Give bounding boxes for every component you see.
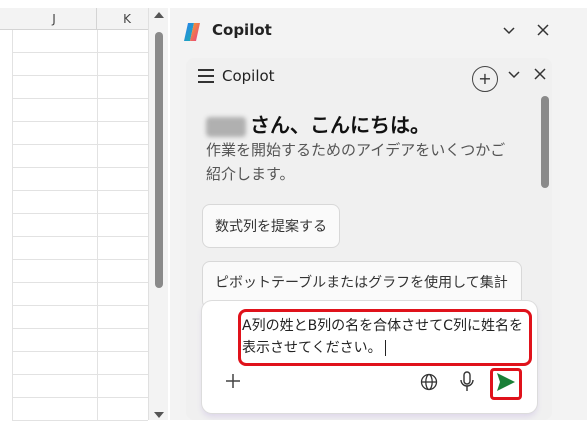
globe-icon[interactable] (420, 373, 438, 396)
annotation-highlight-send (490, 368, 522, 400)
grid-row[interactable] (12, 329, 148, 352)
pane-title: Copilot (212, 21, 272, 39)
grid-row[interactable] (12, 375, 148, 398)
add-attachment-icon[interactable] (224, 371, 242, 395)
greeting-text: さん、こんにちは。 (250, 113, 430, 137)
grid-row[interactable] (12, 260, 148, 283)
grid-row[interactable] (12, 76, 148, 99)
chevron-down-icon[interactable] (506, 66, 522, 86)
new-chat-icon[interactable]: + (472, 66, 498, 92)
grid-row[interactable] (12, 283, 148, 306)
grid-row[interactable] (12, 99, 148, 122)
grid-row[interactable] (12, 53, 148, 76)
card-header: Copilot + (186, 58, 552, 96)
pane-header: Copilot (170, 8, 570, 52)
card-title: Copilot (222, 67, 275, 85)
scroll-up-icon[interactable] (154, 12, 164, 18)
column-header-k[interactable]: K (97, 8, 148, 30)
grid-row[interactable] (12, 30, 148, 53)
sheet-vertical-scrollbar[interactable] (148, 8, 168, 420)
spreadsheet-grid[interactable]: J K (0, 0, 148, 427)
chevron-down-icon[interactable] (500, 22, 518, 40)
scroll-down-icon[interactable] (154, 412, 164, 418)
copilot-logo-icon (184, 23, 200, 41)
close-icon[interactable] (532, 66, 548, 86)
grid-row[interactable] (12, 168, 148, 191)
intro-text: 作業を開始するためのアイデアをいくつかご紹介します。 (206, 141, 506, 183)
grid-row[interactable] (12, 398, 148, 421)
menu-icon[interactable] (198, 69, 214, 83)
greeting: さん、こんにちは。 (206, 109, 430, 138)
grid-row[interactable] (12, 214, 148, 237)
close-icon[interactable] (534, 22, 552, 40)
annotation-highlight-input (238, 309, 532, 366)
microphone-icon[interactable] (460, 371, 474, 393)
grid-row[interactable] (12, 191, 148, 214)
grid-row[interactable] (12, 237, 148, 260)
grid-row[interactable] (12, 352, 148, 375)
suggestion-formula-column[interactable]: 数式列を提案する (202, 204, 340, 248)
redacted-user-name (206, 116, 246, 137)
column-headers: J K (0, 8, 148, 30)
scrollbar-thumb[interactable] (155, 32, 163, 288)
column-header-j[interactable]: J (12, 8, 97, 30)
grid-row[interactable] (12, 145, 148, 168)
card-scrollbar-thumb[interactable] (541, 96, 549, 188)
grid-row[interactable] (12, 122, 148, 145)
grid-row[interactable] (12, 306, 148, 329)
